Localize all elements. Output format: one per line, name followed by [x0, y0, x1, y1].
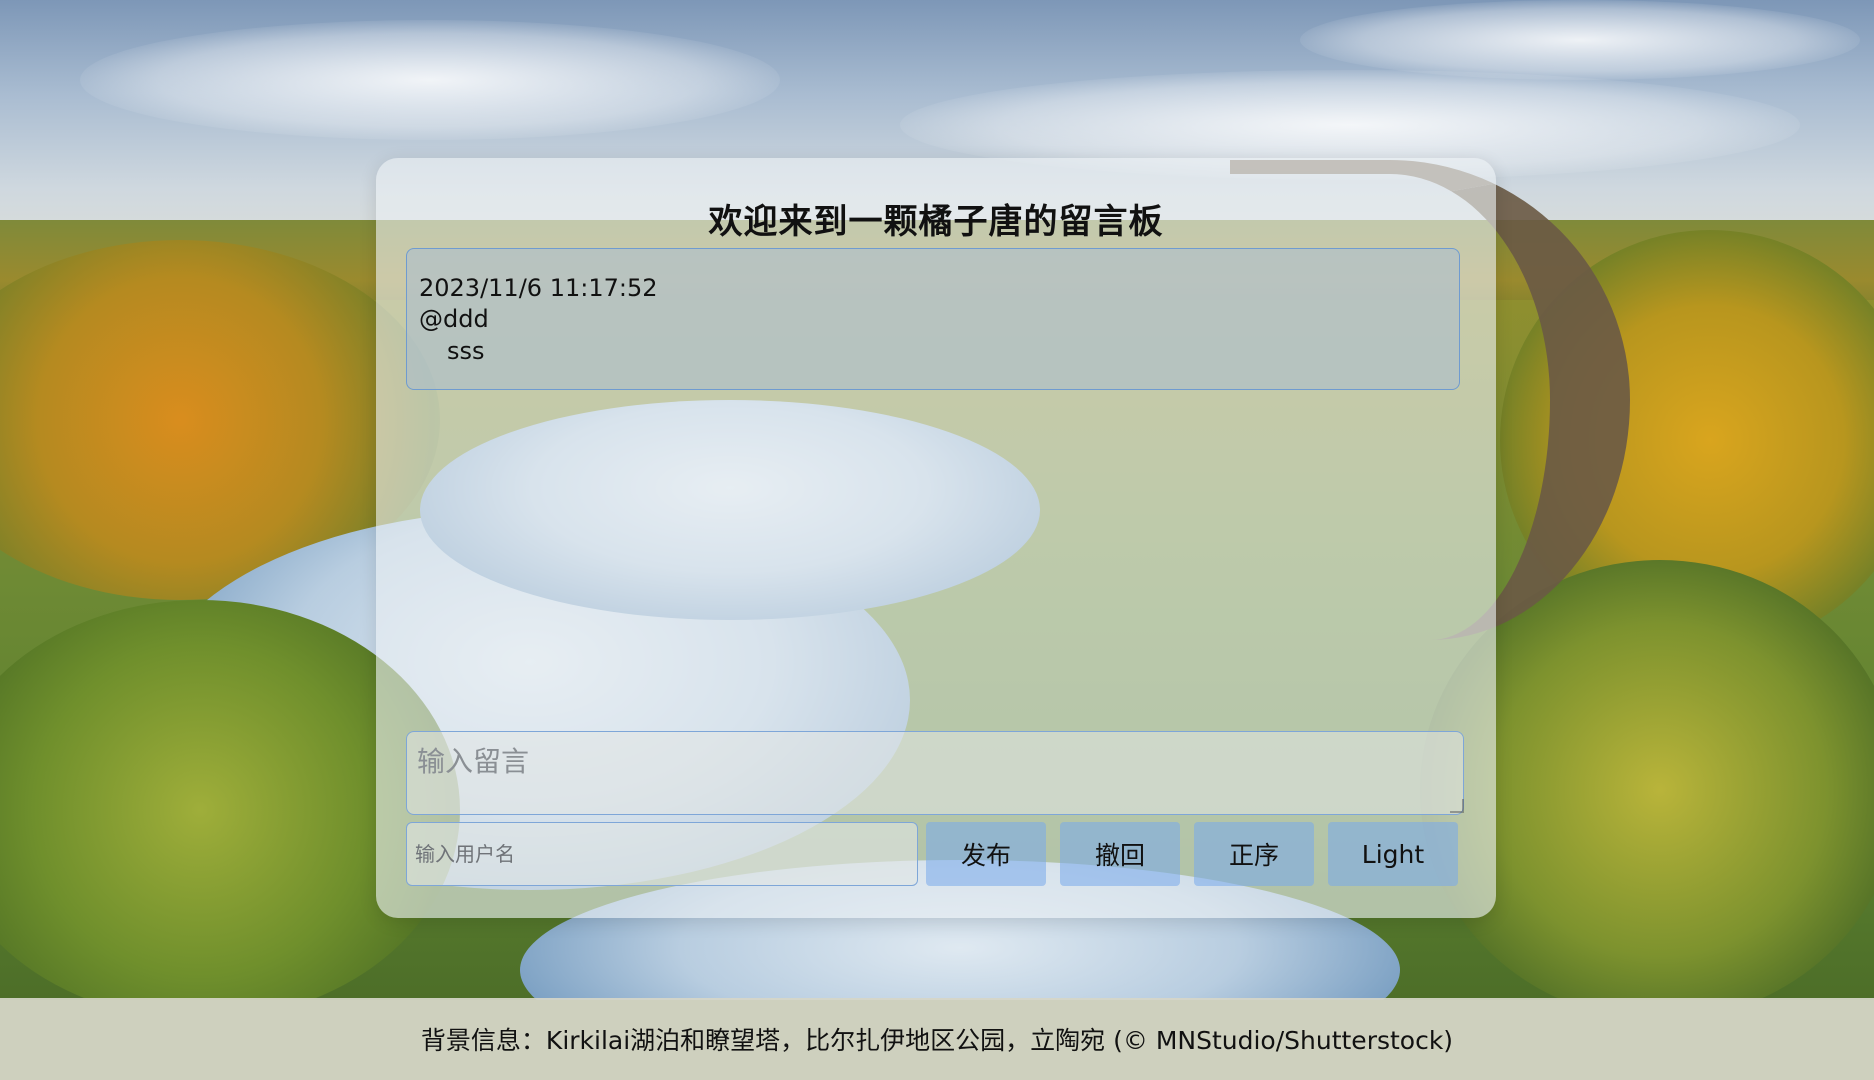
- message-time: 2023/11/6 11:17:52: [419, 274, 658, 302]
- publish-button[interactable]: 发布: [926, 822, 1046, 886]
- message-user: @ddd: [419, 305, 489, 333]
- username-input[interactable]: [406, 822, 918, 886]
- theme-toggle-button[interactable]: Light: [1328, 822, 1458, 886]
- background-cloud: [80, 20, 780, 140]
- resize-grip-icon[interactable]: [1450, 799, 1464, 813]
- message-item: 2023/11/6 11:17:52 @ddd sss: [406, 248, 1460, 390]
- message-input[interactable]: [406, 731, 1464, 815]
- sort-order-button[interactable]: 正序: [1194, 822, 1314, 886]
- page: 欢迎来到一颗橘子唐的留言板 2023/11/6 11:17:52 @ddd ss…: [0, 0, 1874, 1080]
- message-board: 欢迎来到一颗橘子唐的留言板 2023/11/6 11:17:52 @ddd ss…: [376, 158, 1496, 918]
- background-info-text: 背景信息：Kirkilai湖泊和瞭望塔，比尔扎伊地区公园，立陶宛 (© MNSt…: [420, 1026, 1454, 1055]
- board-title: 欢迎来到一颗橘子唐的留言板: [708, 202, 1164, 242]
- background-cloud: [1300, 0, 1860, 80]
- footer: 背景信息：Kirkilai湖泊和瞭望塔，比尔扎伊地区公园，立陶宛 (© MNSt…: [0, 998, 1874, 1080]
- withdraw-button[interactable]: 撤回: [1060, 822, 1180, 886]
- message-list: 2023/11/6 11:17:52 @ddd sss: [406, 248, 1460, 390]
- message-text: sss: [447, 337, 485, 365]
